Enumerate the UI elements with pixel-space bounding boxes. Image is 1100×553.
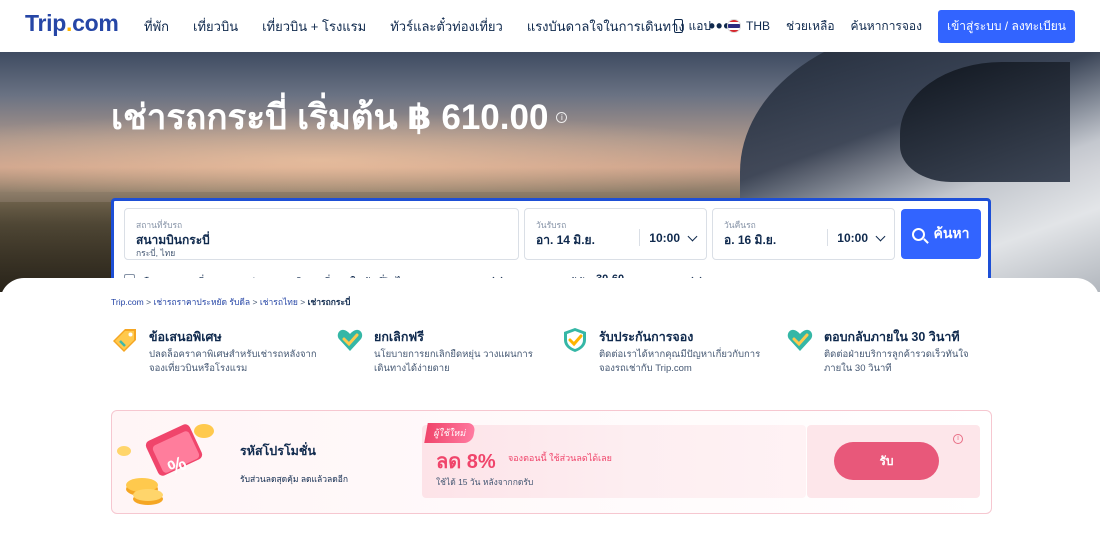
main-nav: ที่พัก เที่ยวบิน เที่ยวบิน + โรงแรม ทัวร… [144,0,731,52]
breadcrumb: Trip.com > เช่ารถราคาประหยัด รับดีล > เช… [111,295,350,309]
coupon-coins-icon: % [117,424,214,505]
search-button[interactable]: ค้นหา [901,209,981,259]
return-date-field[interactable]: วันคืนรถ อ. 16 มิ.ย. 10:00 [712,208,895,260]
logo-end: com [72,10,119,36]
promo-info-icon[interactable]: i [953,434,963,444]
search-button-label: ค้นหา [933,225,970,241]
shield-check-icon [564,328,586,352]
return-time-select[interactable]: 10:00 [827,229,886,246]
hero-title-row: เช่ารถกระบี่ เริ่มต้น ฿ 610.00 i [111,90,568,145]
feature-title: รับประกันการจอง [599,330,694,344]
coupon-description: จองตอนนี้ ใช้ส่วนลดได้เลย [508,453,612,463]
find-booking-link[interactable]: ค้นหาการจอง [851,17,922,36]
nav-tours-tickets[interactable]: ทัวร์และตั๋วท่องเที่ยว [390,16,503,37]
time-divider [827,229,829,246]
nav-flights[interactable]: เที่ยวบิน [193,16,238,37]
pickup-location-sub: กระบี่, ไทย [136,248,176,258]
promo-subtitle: รับส่วนลดสุดคุ้ม ลดแล้วลดอีก [240,474,348,484]
return-date-value: อ. 16 มิ.ย. [724,233,777,247]
trip-logo[interactable]: Trip.com [25,10,119,37]
phone-icon [674,19,684,33]
breadcrumb-sep: > [146,297,152,307]
logo-main: Trip [25,10,66,36]
thai-flag-icon [727,19,742,33]
breadcrumb-thailand[interactable]: เช่ารถไทย [260,297,298,307]
feature-title: ตอบกลับภายใน 30 วินาที [824,330,960,344]
breadcrumb-home[interactable]: Trip.com [111,297,144,307]
main-content: Trip.com > เช่ารถราคาประหยัด รับดีล > เช… [0,278,1100,553]
pickup-time-select[interactable]: 10:00 [639,229,698,246]
app-link[interactable]: แอป [674,17,711,36]
feature-title: ข้อเสนอพิเศษ [149,330,222,344]
pickup-time-value: 10:00 [649,231,680,245]
breadcrumb-current: เช่ารถกระบี่ [307,297,351,307]
currency-selector[interactable]: THB [727,19,770,33]
coupon-discount: ลด 8% [436,451,496,473]
chevron-down-icon [687,231,698,241]
feature-desc: ปลดล็อคราคาพิเศษสำหรับเช่ารถหลังจากจองเท… [149,349,317,374]
pickup-date-value: อา. 14 มิ.ย. [536,233,595,247]
pickup-location-label: สถานที่รับรถ [136,220,183,230]
chevron-down-icon [875,231,886,241]
price-tag-icon [113,329,136,352]
feature-desc: นโยบายการยกเลิกยืดหยุ่น วางแผนการเดินทาง… [374,349,533,374]
pickup-date-field[interactable]: วันรับรถ อา. 14 มิ.ย. 10:00 [524,208,707,260]
promo-title: รหัสโปรโมชั่น [240,444,316,458]
return-date-label: วันคืนรถ [724,220,756,230]
time-divider [639,229,641,246]
header-right: แอป THB ช่วยเหลือ ค้นหาการจอง เข้าสู่ระบ… [674,0,1075,52]
top-header: Trip.com ที่พัก เที่ยวบิน เที่ยวบิน + โร… [0,0,1100,52]
app-label: แอป [688,18,712,33]
breadcrumb-car-rental[interactable]: เช่ารถราคาประหยัด รับดีล [153,297,250,307]
new-user-badge: ผู้ใช้ใหม่ [424,423,476,443]
nav-hotels[interactable]: ที่พัก [144,16,169,37]
breadcrumb-sep: > [300,297,306,307]
login-button[interactable]: เข้าสู่ระบบ / ลงทะเบียน [937,9,1075,43]
feature-desc: ติดต่อเราได้หากคุณมีปัญหาเกี่ยวกับการจอง… [599,349,761,374]
feature-desc: ติดต่อฝ่ายบริการลูกค้ารวดเร็วทันใจ ภายใน… [824,349,969,374]
pickup-date-label: วันรับรถ [536,220,567,230]
heart-check-icon [337,329,363,351]
feature-title: ยกเลิกฟรี [374,330,424,344]
coupon-card: ผู้ใช้ใหม่ ลด 8% จองตอนนี้ ใช้ส่วนลดได้เ… [422,423,806,498]
search-icon [912,227,926,241]
pickup-location-field[interactable]: สถานที่รับรถ สนามบินกระบี่ กระบี่, ไทย [124,208,519,260]
heart-check-icon [787,329,813,351]
claim-coupon-button[interactable]: รับ [834,442,939,480]
nav-flight-hotel[interactable]: เที่ยวบิน + โรงแรม [262,16,366,37]
breadcrumb-sep: > [252,297,258,307]
nav-inspiration[interactable]: แรงบันดาลใจในการเดินทาง [527,16,685,37]
feature-list: ข้อเสนอพิเศษ ปลดล็อคราคาพิเศษสำหรับเช่าร… [111,326,991,386]
price-info-icon[interactable]: i [556,112,568,123]
promo-banner: % รหัสโปรโมชั่น รับส่วนลดสุดคุ้ม ลดแล้วล… [111,410,992,514]
page-title: เช่ารถกระบี่ เริ่มต้น ฿ 610.00 [111,98,549,137]
coupon-condition: ใช้ได้ 15 วัน หลังจากกดรับ [436,477,534,487]
hero-banner: เช่ารถกระบี่ เริ่มต้น ฿ 610.00 i สถานที่… [0,52,1100,292]
help-link[interactable]: ช่วยเหลือ [786,17,835,36]
return-time-value: 10:00 [837,231,868,245]
currency-label: THB [746,19,771,33]
